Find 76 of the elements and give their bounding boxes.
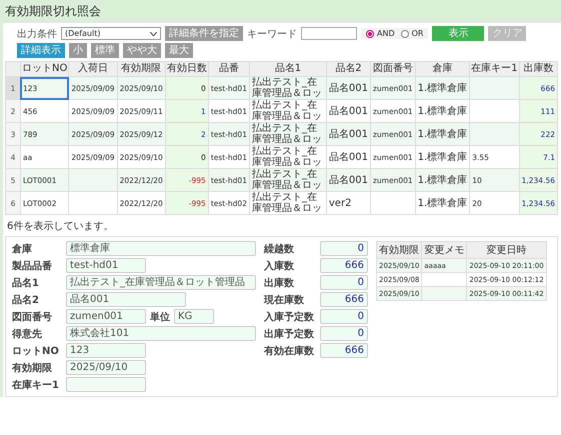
keyword-label: キーワード	[247, 28, 297, 40]
table-cell: 払出テスト_在庫管理品＆ロッ	[249, 76, 326, 100]
column-header[interactable]: 品名1	[249, 62, 326, 76]
input-field[interactable]: 666	[320, 258, 368, 273]
field-label: 出庫予定数	[264, 327, 315, 340]
table-cell: 品名001	[326, 168, 370, 192]
column-header[interactable]: 有効期限	[117, 62, 166, 76]
table-cell	[68, 168, 118, 192]
column-header[interactable]: 出庫数	[519, 62, 558, 76]
input-field[interactable]: zumen001	[66, 309, 146, 324]
field-label: 品名2	[12, 294, 40, 306]
table-cell	[68, 192, 118, 214]
table-cell: ver2	[326, 192, 370, 214]
input-field[interactable]	[66, 377, 146, 392]
radio-option[interactable]: OR	[400, 29, 424, 38]
field-label: 有効在庫数	[264, 344, 315, 358]
column-header[interactable]: 品番	[208, 62, 250, 76]
table-cell	[370, 192, 416, 214]
row-number-header	[6, 62, 20, 76]
column-header[interactable]: ロットNO	[20, 62, 69, 76]
column-header: 変更メモ	[422, 242, 467, 258]
column-header: 有効期限	[376, 242, 422, 258]
field-label: 繰越数	[264, 242, 295, 256]
column-header[interactable]: 図面番号	[370, 62, 416, 76]
table-cell: 品名001	[326, 76, 370, 100]
caret-icon	[150, 32, 157, 36]
column-header: 変更日時	[466, 242, 546, 258]
column-header[interactable]: 倉庫	[415, 62, 470, 76]
field-label: 品名1	[12, 276, 40, 290]
table-cell	[470, 122, 520, 146]
field-label: 製品品番	[12, 260, 53, 272]
output-condition-label: 出力条件	[17, 28, 57, 40]
radio-option[interactable]: AND	[366, 29, 395, 38]
table-cell: 1.標準倉庫	[415, 168, 470, 192]
field-label: 有効期限	[12, 362, 53, 374]
column-header[interactable]: 在庫キー1	[470, 62, 520, 76]
input-field[interactable]: 0	[320, 309, 368, 324]
input-field[interactable]: 666	[320, 343, 368, 358]
column-header[interactable]: 有効日数	[165, 62, 208, 76]
field-label: 入庫予定数	[264, 310, 315, 324]
input-field[interactable]: 株式会社101	[66, 326, 256, 341]
table-cell: 払出テスト_在庫管理品＆ロッ	[249, 168, 326, 192]
input-field[interactable]: 品名001	[66, 292, 186, 307]
column-header[interactable]: 品名2	[326, 62, 370, 76]
field-label: 単位	[150, 310, 170, 324]
input-field[interactable]: 0	[320, 275, 368, 290]
table-cell: 1.標準倉庫	[415, 76, 470, 100]
keyword-field[interactable]	[301, 27, 357, 40]
field-label: 現在庫数	[264, 293, 305, 306]
field-label: ロットNO	[12, 344, 60, 358]
table-cell	[422, 286, 467, 300]
table-cell: 払出テスト_在庫管理品＆ロッ	[249, 192, 326, 214]
output-condition-select[interactable]: (Default)	[61, 27, 161, 40]
input-field[interactable]: 666	[320, 292, 368, 307]
input-field[interactable]: 0	[320, 241, 368, 256]
table-cell: 品名001	[326, 122, 370, 146]
input-field[interactable]: 標準倉庫	[66, 241, 256, 256]
field-label: 図面番号	[12, 310, 53, 324]
table-cell: 1.標準倉庫	[415, 192, 470, 214]
field-label: 入庫数	[264, 259, 295, 272]
record-count: 6件を表示しています。	[6, 220, 114, 234]
table-cell	[470, 76, 520, 100]
table-cell: 1.標準倉庫	[415, 122, 470, 146]
input-field[interactable]: 0	[320, 326, 368, 341]
input-field[interactable]: 123	[66, 343, 146, 358]
field-label: 出庫数	[264, 276, 295, 290]
input-field[interactable]: KG	[174, 309, 214, 324]
field-label: 倉庫	[12, 242, 33, 256]
input-field[interactable]: 払出テスト_在庫管理品＆ロット管理品	[66, 275, 256, 290]
input-field[interactable]: test-hd01	[66, 258, 146, 273]
table-cell: 払出テスト_在庫管理品＆ロッ	[249, 122, 326, 146]
input-field[interactable]: 2025/09/10	[66, 360, 146, 375]
page-title: 有効期限切れ照会	[0, 0, 561, 23]
field-label: 在庫キー1	[12, 378, 60, 392]
column-header[interactable]: 入荷日	[68, 62, 118, 76]
field-label: 得意先	[12, 328, 43, 340]
